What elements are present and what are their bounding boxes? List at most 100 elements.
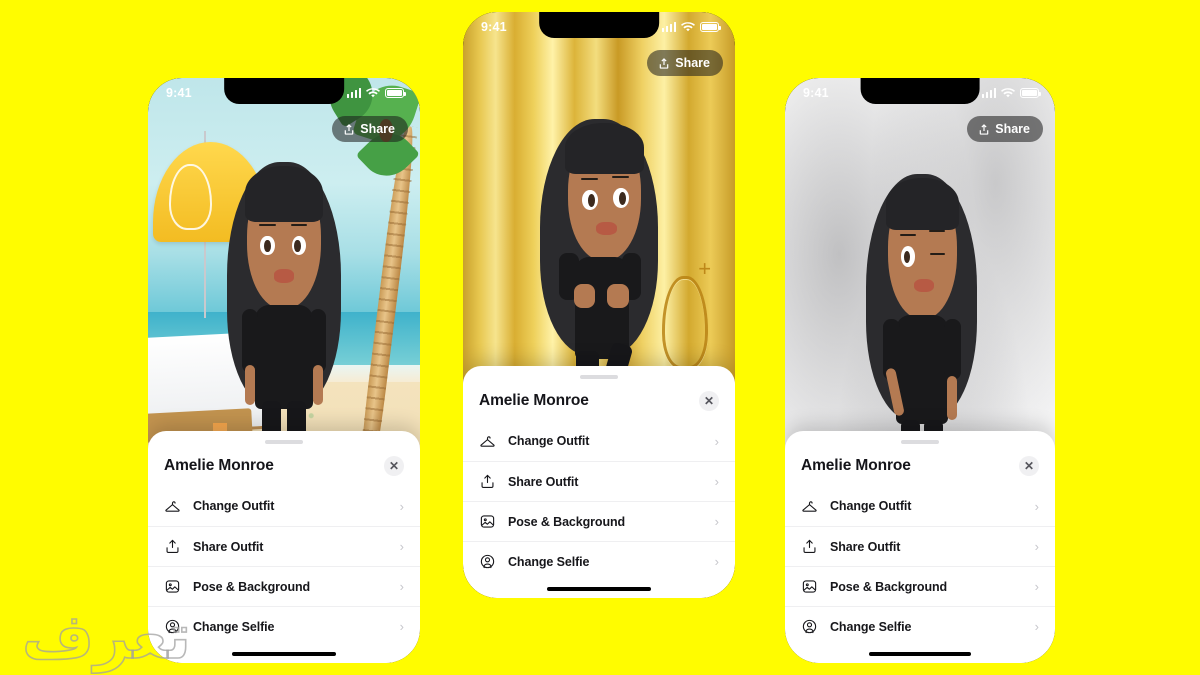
avatar-bangs [244,165,324,222]
sheet-row-label: Pose & Background [193,579,311,594]
avatar-arm [946,375,957,421]
sheet-row-label: Change Selfie [830,619,912,634]
phone-mockup-center: + 9:41 Share Amelie Monroe ✕ Change Outf… [463,12,735,598]
chevron-right-icon: › [1034,579,1039,594]
sheet-drag-handle[interactable] [580,375,618,379]
sheet-row-change-outfit[interactable]: Change Outfit › [785,486,1055,526]
bottom-sheet-right: Amelie Monroe ✕ Change Outfit › Share Outf… [785,431,1055,663]
sheet-drag-handle[interactable] [901,440,939,444]
photo-frame-icon [801,578,818,595]
avatar-eye-winking [930,252,946,255]
sheet-rows: Change Outfit › Share Outfit › Pose & Backgr… [463,421,735,581]
phone-screen-center: + 9:41 Share Amelie Monroe ✕ Change Outf… [463,12,735,598]
sheet-row-change-outfit[interactable]: Change Outfit › [463,421,735,461]
sheet-drag-handle[interactable] [265,440,303,444]
sheet-rows: Change Outfit › Share Outfit › Pose & Backgr… [785,486,1055,646]
sheet-row-label: Change Selfie [508,554,590,569]
chevron-right-icon: › [1034,619,1039,634]
avatar-pupil [264,239,271,253]
sheet-row-change-selfie[interactable]: Change Selfie › [785,606,1055,646]
close-icon[interactable]: ✕ [384,456,404,476]
avatar-pupil [903,250,910,264]
avatar-torso [895,315,948,425]
upload-icon [164,538,181,555]
person-circle-icon [801,618,818,635]
avatar-arm [573,284,595,308]
home-indicator [547,587,651,591]
avatar-arm [244,364,256,405]
sheet-header: Amelie Monroe ✕ [148,450,420,486]
phone-mockup-left: 9:41 Share Amelie Monroe ✕ Change Outfit… [148,78,420,663]
chevron-right-icon: › [714,474,719,489]
upload-icon [801,538,818,555]
phone-screen-right: 9:41 Share Amelie Monroe ✕ Change Outfit… [785,78,1055,663]
hanger-icon [164,498,181,515]
status-time: 9:41 [481,20,507,34]
avatar-sleeve [944,319,961,380]
sheet-title: Amelie Monroe [801,457,911,474]
sheet-row-label: Change Outfit [830,499,912,513]
home-indicator [232,652,336,656]
sheet-row-share-outfit[interactable]: Share Outfit › [148,526,420,566]
sheet-row-change-outfit[interactable]: Change Outfit › [148,486,420,526]
battery-full-icon [1020,88,1041,98]
avatar-torso [255,305,313,409]
avatar-pupil [618,192,626,205]
sheet-row-label: Share Outfit [830,539,901,554]
avatar-sleeve [242,309,258,373]
avatar-bangs [885,177,960,231]
sheet-title: Amelie Monroe [164,457,274,474]
avatar-pupil [294,239,301,253]
avatar-bangs [565,123,645,175]
sheet-row-pose-background[interactable]: Pose & Background › [463,501,735,541]
avatar-eyebrow [259,223,277,226]
avatar-mouth [273,269,295,283]
sheet-row-change-selfie[interactable]: Change Selfie › [463,541,735,581]
avatar-eyebrow [290,223,308,226]
share-upload-icon [659,57,669,69]
phone-mockup-right: 9:41 Share Amelie Monroe ✕ Change Outfit… [785,78,1055,663]
sheet-header: Amelie Monroe ✕ [785,450,1055,486]
status-time: 9:41 [803,86,829,100]
chevron-right-icon: › [714,554,719,569]
chevron-right-icon: › [1034,539,1039,554]
share-button[interactable]: Share [647,50,723,76]
phone-notch [860,78,980,104]
battery-full-icon [700,22,721,32]
share-button-label: Share [360,122,395,136]
sheet-header: Amelie Monroe ✕ [463,385,735,421]
wifi-icon [681,21,695,31]
close-icon[interactable]: ✕ [1019,456,1039,476]
plus-icon: + [698,256,712,282]
share-button[interactable]: Share [967,116,1043,142]
bottom-sheet-center: Amelie Monroe ✕ Change Outfit › Share Outf… [463,366,735,598]
share-button[interactable]: Share [332,116,408,142]
home-indicator [868,652,972,656]
status-time: 9:41 [166,86,192,100]
phone-notch [539,12,659,38]
cellular-bars-icon [661,22,676,32]
watermark: تعرف [21,599,191,674]
phone-notch [224,78,344,104]
close-icon[interactable]: ✕ [699,391,719,411]
wifi-icon [1001,87,1015,97]
wifi-icon [366,87,380,97]
sheet-row-label: Pose & Background [830,579,948,594]
chevron-right-icon: › [399,498,404,514]
sheet-row-share-outfit[interactable]: Share Outfit › [785,526,1055,566]
avatar-arm [607,284,629,308]
photo-frame-icon [479,513,496,530]
sheet-row-label: Change Outfit [193,499,275,513]
chevron-right-icon: › [714,514,719,529]
sheet-row-label: Share Outfit [508,474,579,489]
share-button-label: Share [995,122,1030,136]
sheet-row-label: Pose & Background [508,514,626,529]
avatar-arm [312,364,324,405]
chevron-right-icon: › [399,579,404,594]
hanger-icon [801,498,818,515]
sheet-title: Amelie Monroe [479,392,589,409]
sheet-row-share-outfit[interactable]: Share Outfit › [463,461,735,501]
avatar-mouth [596,221,618,235]
upload-icon [479,473,496,490]
sheet-row-pose-background[interactable]: Pose & Background › [785,566,1055,606]
